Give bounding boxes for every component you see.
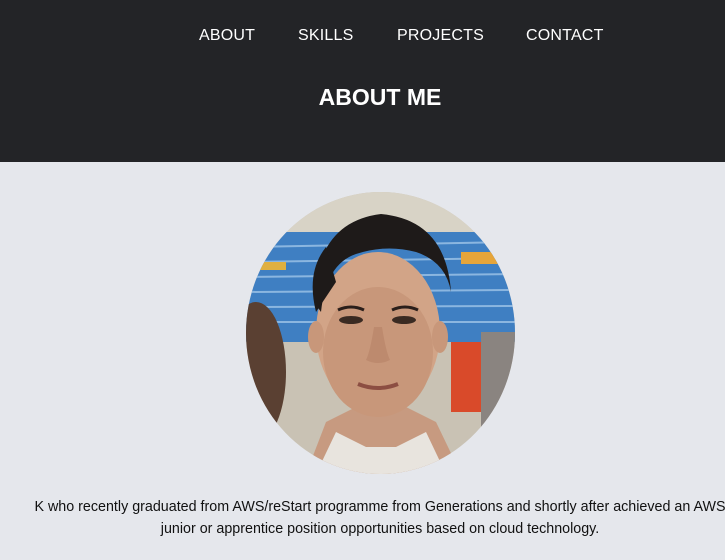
profile-photo-icon [246,192,515,474]
bio-line-2: junior or apprentice position opportunit… [160,521,600,537]
nav-link-about[interactable]: ABOUT [199,26,255,46]
bio-line-1: K who recently graduated from AWS/reStar… [34,499,725,515]
nav-link-projects[interactable]: PROJECTS [397,26,484,46]
nav-link-contact[interactable]: CONTACT [526,26,604,46]
nav-link-skills[interactable]: SKILLS [298,26,353,46]
bio-text: K who recently graduated from AWS/reStar… [0,496,725,540]
profile-photo [246,192,515,474]
page-title: ABOUT ME [318,84,442,110]
site-header: ABOUT SKILLS PROJECTS CONTACT ABOUT ME [0,0,725,162]
main-nav: ABOUT SKILLS PROJECTS CONTACT [0,26,725,48]
